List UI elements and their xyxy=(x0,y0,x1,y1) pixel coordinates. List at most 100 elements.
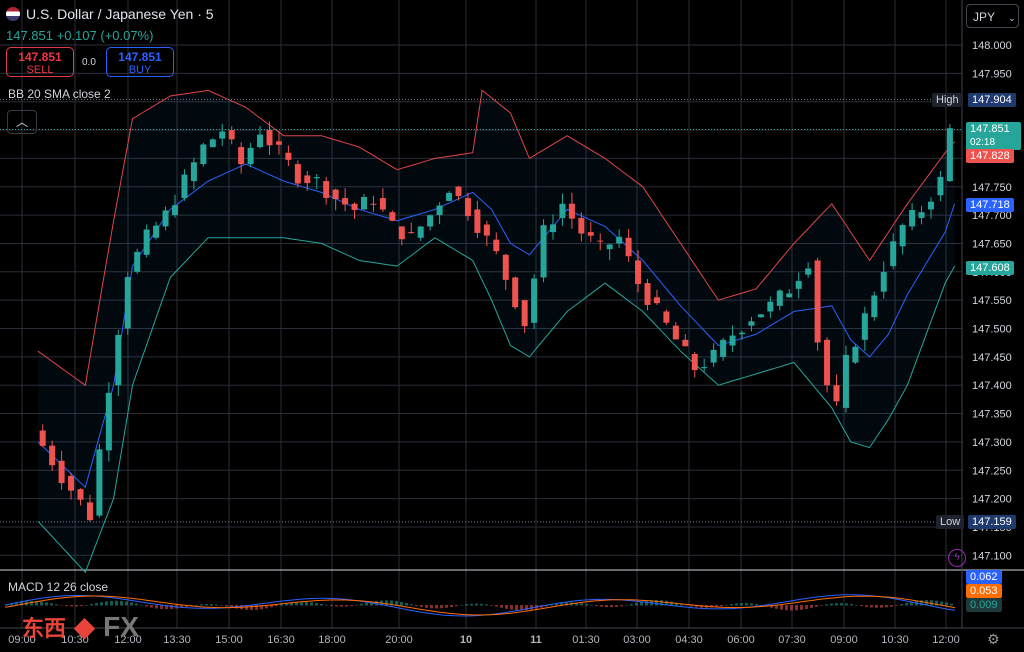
candle-body xyxy=(200,144,207,165)
lightning-icon[interactable]: ϟ xyxy=(948,549,966,567)
candle-body xyxy=(398,226,405,240)
candle-body xyxy=(427,215,434,227)
time-tick-label: 12:00 xyxy=(932,634,960,646)
candle-body xyxy=(918,212,925,218)
macd-histogram-bar xyxy=(635,602,638,606)
macd-histogram-bar xyxy=(65,605,68,607)
sell-label: SELL xyxy=(26,64,54,76)
bb-indicator-label[interactable]: BB 20 SMA close 2 xyxy=(8,87,111,101)
candle-body xyxy=(49,445,56,466)
candle-body xyxy=(294,164,301,184)
gear-icon[interactable]: ⚙ xyxy=(987,631,1000,648)
candle-body xyxy=(597,240,604,242)
macd-histogram-bar xyxy=(195,604,198,606)
macd-histogram-bar xyxy=(875,605,878,608)
candle-body xyxy=(58,460,65,484)
candle-body xyxy=(332,189,339,200)
candle-body xyxy=(682,339,689,347)
macd-histogram-bar xyxy=(70,605,73,607)
candle-body xyxy=(483,224,490,236)
time-tick-label: 03:00 xyxy=(623,634,651,646)
candle-body xyxy=(521,300,528,327)
macd-histogram-bar xyxy=(630,603,633,606)
macd-histogram-bar xyxy=(320,603,323,606)
candle-body xyxy=(635,260,642,285)
macd-histogram-bar xyxy=(900,604,903,606)
candle-body xyxy=(190,162,197,182)
candle-body xyxy=(776,290,783,306)
macd-histogram-bar xyxy=(585,603,588,606)
candle-body xyxy=(757,314,764,318)
countdown-value: 02:18 xyxy=(970,137,996,148)
macd-histogram-bar xyxy=(315,603,318,606)
macd-histogram-bar xyxy=(100,602,103,606)
macd-histogram-bar xyxy=(615,605,618,607)
price-tick-label: 147.550 xyxy=(972,295,1012,307)
candle-body xyxy=(493,239,500,252)
time-tick-label: 04:30 xyxy=(675,634,703,646)
candle-body xyxy=(861,313,868,340)
candle-body xyxy=(559,203,566,218)
buy-label: BUY xyxy=(128,64,152,76)
buy-button[interactable]: 147.851 BUY xyxy=(106,47,174,77)
time-tick-label: 11 xyxy=(530,634,542,646)
candle-body xyxy=(578,217,585,234)
macd-histogram-bar xyxy=(145,605,148,607)
macd-histogram-bar xyxy=(115,600,118,606)
time-tick-label: 07:30 xyxy=(778,634,806,646)
price-tick-label: 147.300 xyxy=(972,437,1012,449)
time-tick-label: 06:00 xyxy=(727,634,755,646)
price-tick-label: 147.950 xyxy=(972,68,1012,80)
macd-histogram-bar xyxy=(580,603,583,606)
candle-body xyxy=(710,349,717,363)
macd-histogram-bar xyxy=(445,605,448,608)
macd-histogram-bar xyxy=(590,604,593,606)
candle-body xyxy=(379,198,386,210)
macd-histogram-bar xyxy=(620,605,623,607)
candle-body xyxy=(209,139,216,148)
collapse-chevron-up-icon[interactable]: ︿ xyxy=(7,110,37,134)
candle-body xyxy=(105,392,112,451)
candle-body xyxy=(417,226,424,238)
macd-histogram-bar xyxy=(815,605,818,607)
macd-indicator-label[interactable]: MACD 12 26 close xyxy=(8,580,108,594)
macd-histogram-bar xyxy=(480,603,483,606)
candle-body xyxy=(767,301,774,312)
candle-body xyxy=(408,232,415,234)
macd-histogram-bar xyxy=(625,604,628,606)
currency-select[interactable]: JPY ⌄ xyxy=(966,4,1019,28)
price-chart[interactable]: 148.000147.950147.900147.850147.800147.7… xyxy=(0,0,1024,652)
price-tick-label: 147.100 xyxy=(972,550,1012,562)
macd-histogram-bar xyxy=(895,605,898,606)
macd-histogram-bar xyxy=(210,604,213,606)
macd-histogram-bar xyxy=(150,605,153,608)
macd-histogram-bar xyxy=(330,605,333,607)
candle-body xyxy=(653,297,660,304)
diamond-icon: ◆ xyxy=(73,611,96,642)
macd-histogram-bar xyxy=(155,605,158,609)
candle-body xyxy=(313,177,320,179)
macd-histogram-bar xyxy=(805,605,808,609)
macd-histogram-bar xyxy=(465,604,468,606)
macd-histogram-bar xyxy=(385,600,388,606)
candle-body xyxy=(455,186,462,196)
sell-button[interactable]: 147.851 SELL xyxy=(6,47,74,77)
symbol-title[interactable]: U.S. Dollar / Japanese Yen · 5 xyxy=(6,6,214,22)
macd-histogram-bar xyxy=(30,601,33,606)
time-tick-label: 15:00 xyxy=(215,634,243,646)
macd-histogram-bar xyxy=(200,604,203,606)
macd-histogram-bar xyxy=(730,604,733,606)
macd-histogram-bar xyxy=(595,605,598,607)
candle-body xyxy=(512,277,519,308)
time-tick-label: 01:30 xyxy=(572,634,600,646)
candle-body xyxy=(937,176,944,196)
macd-histogram-bar xyxy=(745,603,748,606)
candle-body xyxy=(880,271,887,292)
candle-body xyxy=(323,181,330,198)
candle-body xyxy=(464,198,471,217)
macd-histogram-bar xyxy=(750,603,753,606)
macd-histogram-bar xyxy=(220,605,223,606)
candle-body xyxy=(39,430,46,446)
candle-body xyxy=(748,321,755,326)
candle-body xyxy=(805,268,812,275)
